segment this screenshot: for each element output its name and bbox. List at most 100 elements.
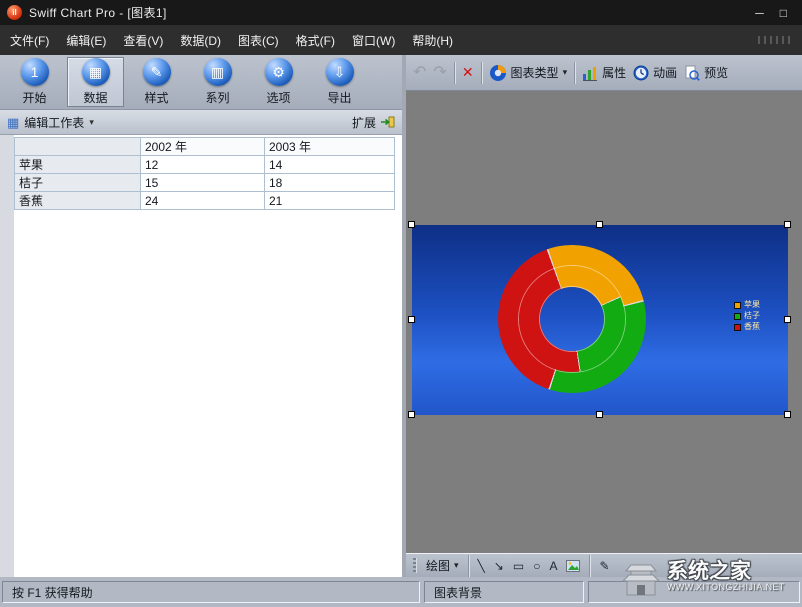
table-corner-cell[interactable] <box>15 138 141 156</box>
worksheet-table: 2002 年 2003 年 苹果 12 14 桔子 15 18 香蕉 24 21 <box>14 137 395 210</box>
toolbar-button-start[interactable]: 1 开始 <box>6 57 63 107</box>
worksheet-dropdown-caret[interactable]: ▾ <box>89 117 94 128</box>
row-margin-strip <box>0 135 14 577</box>
cell-apple-2002[interactable]: 12 <box>141 156 265 174</box>
ellipse-tool-icon[interactable]: ○ <box>533 560 540 572</box>
cell-apple-2003[interactable]: 14 <box>265 156 395 174</box>
selection-handle[interactable] <box>596 411 603 418</box>
menu-window[interactable]: 窗口(W) <box>352 32 395 49</box>
properties-label: 属性 <box>602 64 626 81</box>
rectangle-tool-icon[interactable]: ▭ <box>513 560 524 572</box>
app-icon: il <box>7 5 22 20</box>
chart-legend: 苹果桔子香蕉 <box>734 301 760 331</box>
selection-handle[interactable] <box>408 221 415 228</box>
menu-help[interactable]: 帮助(H) <box>412 32 453 49</box>
magnifier-page-icon <box>684 65 700 81</box>
main-toolbar: 1 开始 ▦ 数据 ✎ 样式 ▥ 系列 ⚙ 选项 ⇩ 导出 <box>0 55 402 110</box>
cell-banana-2003[interactable]: 21 <box>265 192 395 210</box>
status-selection-pane: 图表背景 <box>424 581 584 603</box>
line-tool-icon[interactable]: ╲ <box>478 560 485 572</box>
table-row: 香蕉 24 21 <box>15 192 395 210</box>
preview-button[interactable]: 预览 <box>684 64 728 81</box>
selection-handle[interactable] <box>408 316 415 323</box>
status-empty-pane <box>588 581 800 603</box>
selection-handle[interactable] <box>784 221 791 228</box>
table-row: 桔子 15 18 <box>15 174 395 192</box>
menu-file[interactable]: 文件(F) <box>10 32 49 49</box>
bar-chart-icon <box>582 65 598 81</box>
animation-label: 动画 <box>653 64 677 81</box>
window-controls: ─ □ <box>755 6 795 20</box>
worksheet-header: ▦ 编辑工作表 ▾ 扩展 <box>0 110 402 135</box>
worksheet-title: 编辑工作表 <box>24 114 84 131</box>
toolbar-button-label: 数据 <box>83 89 107 106</box>
status-help-pane: 按 F1 获得帮助 <box>2 581 420 603</box>
toolbar-separator <box>481 62 482 84</box>
cell-orange-2003[interactable]: 18 <box>265 174 395 192</box>
chevron-down-icon: ▾ <box>563 67 568 78</box>
expand-button[interactable]: 扩展 <box>352 114 395 131</box>
cell-orange-2002[interactable]: 15 <box>141 174 265 192</box>
chart-canvas[interactable]: 苹果桔子香蕉 <box>412 225 788 415</box>
toolbar-grip[interactable] <box>413 558 417 573</box>
menu-view[interactable]: 查看(V) <box>123 32 163 49</box>
data-grid-icon: ▦ <box>82 58 110 86</box>
drawing-toolbar: 绘图 ▾ ╲ ↘ ▭ ○ A ✎ <box>406 553 802 577</box>
redo-button[interactable]: ↷ <box>433 65 446 81</box>
image-tool-icon[interactable] <box>566 560 580 572</box>
maximize-button[interactable]: □ <box>780 6 787 20</box>
draw-menu-button[interactable]: 绘图 ▾ <box>426 557 459 574</box>
titlebar: il Swiff Chart Pro - [图表1] ─ □ <box>0 0 802 25</box>
row-label-banana[interactable]: 香蕉 <box>15 192 141 210</box>
row-label-apple[interactable]: 苹果 <box>15 156 141 174</box>
chart-type-button[interactable]: 图表类型 ▾ <box>489 64 568 82</box>
delete-button[interactable]: ✕ <box>462 64 474 81</box>
toolbar-button-data[interactable]: ▦ 数据 <box>67 57 124 107</box>
toolbar-button-options[interactable]: ⚙ 选项 <box>250 57 307 107</box>
legend-label: 桔子 <box>744 312 760 320</box>
text-tool-icon[interactable]: A <box>549 560 557 572</box>
status-help-text: 按 F1 获得帮助 <box>12 584 93 601</box>
legend-item: 苹果 <box>734 301 760 309</box>
menu-edit[interactable]: 编辑(E) <box>66 32 106 49</box>
toolbar-button-style[interactable]: ✎ 样式 <box>128 57 185 107</box>
cell-banana-2002[interactable]: 24 <box>141 192 265 210</box>
status-selection-text: 图表背景 <box>434 584 482 601</box>
minimize-button[interactable]: ─ <box>755 6 764 20</box>
menu-data[interactable]: 数据(D) <box>180 32 221 49</box>
menubar-grip-dots <box>758 36 792 44</box>
toolbar-button-label: 导出 <box>327 89 351 106</box>
selection-handle[interactable] <box>596 221 603 228</box>
legend-swatch <box>734 313 741 320</box>
legend-item: 桔子 <box>734 312 760 320</box>
row-label-orange[interactable]: 桔子 <box>15 174 141 192</box>
donut-hole <box>540 287 604 351</box>
status-bar: 按 F1 获得帮助 图表背景 <box>0 577 802 607</box>
worksheet-grid-icon: ▦ <box>7 116 19 129</box>
table-row: 苹果 12 14 <box>15 156 395 174</box>
legend-label: 香蕉 <box>744 323 760 331</box>
pencil-tool-icon[interactable]: ✎ <box>599 560 609 572</box>
draw-menu-label: 绘图 <box>426 557 450 574</box>
arrow-tool-icon[interactable]: ↘ <box>494 560 504 572</box>
menu-chart[interactable]: 图表(C) <box>238 32 279 49</box>
menu-format[interactable]: 格式(F) <box>296 32 335 49</box>
toolbar-button-series[interactable]: ▥ 系列 <box>189 57 246 107</box>
undo-button[interactable]: ↶ <box>413 65 426 81</box>
export-icon: ⇩ <box>326 58 354 86</box>
legend-item: 香蕉 <box>734 323 760 331</box>
selection-handle[interactable] <box>784 411 791 418</box>
selection-handle[interactable] <box>408 411 415 418</box>
chart-type-label: 图表类型 <box>511 64 559 81</box>
properties-button[interactable]: 属性 <box>582 64 626 81</box>
toolbar-separator <box>589 555 590 577</box>
column-header-2002[interactable]: 2002 年 <box>141 138 265 156</box>
legend-label: 苹果 <box>744 301 760 309</box>
column-header-2003[interactable]: 2003 年 <box>265 138 395 156</box>
toolbar-button-export[interactable]: ⇩ 导出 <box>311 57 368 107</box>
animation-button[interactable]: 动画 <box>633 64 677 81</box>
selection-handle[interactable] <box>784 316 791 323</box>
menubar: 文件(F) 编辑(E) 查看(V) 数据(D) 图表(C) 格式(F) 窗口(W… <box>0 25 802 55</box>
toolbar-button-label: 系列 <box>205 89 229 106</box>
worksheet-panel: ▦ 编辑工作表 ▾ 扩展 2002 年 2003 年 苹果 12 14 桔子 1… <box>0 110 402 577</box>
